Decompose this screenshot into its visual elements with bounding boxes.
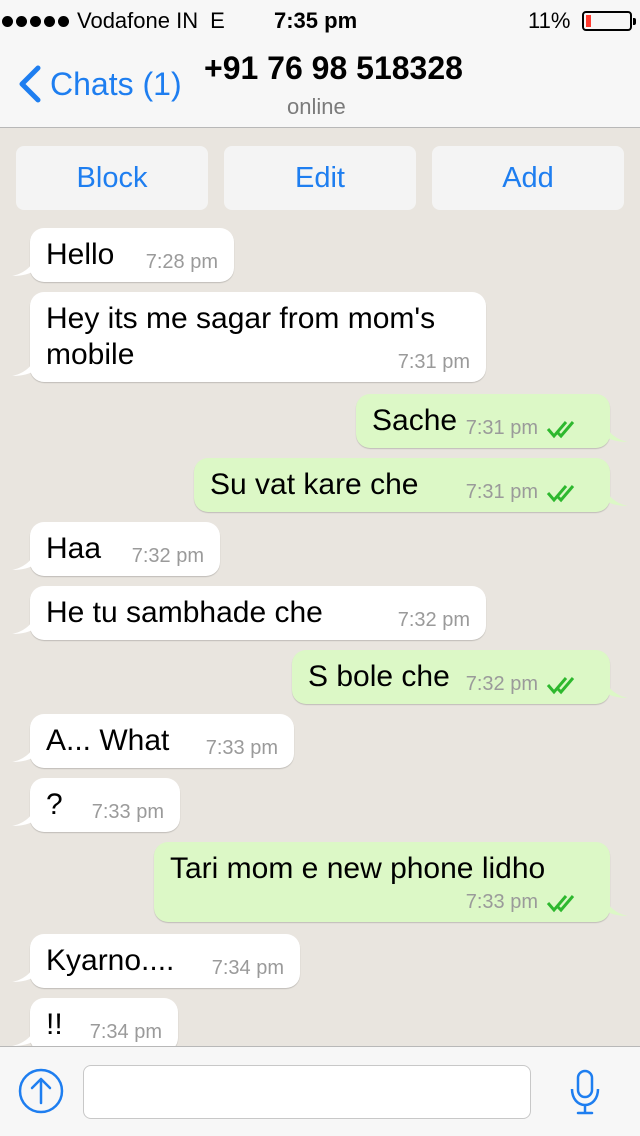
message-text: Tari mom e new phone lidho: [170, 852, 546, 885]
chevron-left-icon: [19, 65, 41, 103]
message-time: 7:28 pm: [145, 251, 218, 273]
battery-icon: [582, 11, 636, 31]
block-button[interactable]: Block: [16, 146, 208, 210]
signal-strength-icon: [2, 15, 69, 27]
message-text: Sache: [372, 404, 458, 437]
carrier-name: Vodafone IN: [77, 8, 199, 33]
status-bar: Vodafone IN E 7:35 pm 11%: [0, 0, 640, 40]
message-time: 7:31 pm: [397, 351, 470, 373]
message-meta: 7:31 pm: [466, 481, 580, 504]
message-outgoing[interactable]: S bole che 7:32 pm: [292, 650, 628, 704]
message-time: 7:32 pm: [397, 609, 470, 631]
bubble-tail-icon: [604, 422, 628, 442]
message-time: 7:31 pm: [465, 481, 538, 503]
message-incoming[interactable]: !! 7:34 pm: [12, 998, 178, 1052]
message-text: Haa: [46, 532, 102, 565]
message-outgoing[interactable]: Su vat kare che 7:31 pm: [194, 458, 628, 512]
message-text: Hey its me sagar from mom's: [46, 302, 436, 335]
message-input[interactable]: [83, 1065, 531, 1119]
message-outgoing[interactable]: Sache 7:31 pm: [356, 394, 628, 448]
bubble-tail-icon: [604, 896, 628, 916]
message-text: S bole che: [308, 660, 450, 693]
message-incoming[interactable]: Hey its me sagar from mom's mobile 7:31 …: [12, 292, 486, 382]
message-text: A... What: [46, 724, 170, 757]
status-left: Vodafone IN E: [0, 8, 247, 34]
message-time: 7:34 pm: [211, 957, 284, 979]
contact-status: online: [287, 94, 346, 119]
message-text: Hello: [46, 238, 115, 271]
message-time: 7:32 pm: [131, 545, 204, 567]
message-meta: 7:33 pm: [466, 891, 580, 914]
message-time: 7:33 pm: [465, 891, 538, 913]
message-incoming[interactable]: Haa 7:32 pm: [12, 522, 220, 576]
message-incoming[interactable]: A... What 7:33 pm: [12, 714, 294, 768]
add-button[interactable]: Add: [432, 146, 624, 210]
network-type: E: [210, 8, 225, 33]
bubble-tail-icon: [12, 742, 36, 762]
nav-bar: Chats (1) +91 76 98 518328 online: [0, 40, 640, 128]
message-incoming[interactable]: Kyarno.... 7:34 pm: [12, 934, 300, 988]
message-outgoing[interactable]: Tari mom e new phone lidho 7:33 pm: [154, 842, 628, 922]
contact-name[interactable]: +91 76 98 518328: [204, 50, 463, 87]
battery-percentage: 11%: [528, 8, 571, 33]
bubble-tail-icon: [604, 486, 628, 506]
bubble-tail-icon: [12, 356, 36, 376]
message-text: He tu sambhade che: [46, 596, 323, 629]
message-incoming[interactable]: ? 7:33 pm: [12, 778, 180, 832]
message-time: 7:33 pm: [91, 801, 164, 823]
message-incoming[interactable]: He tu sambhade che 7:32 pm: [12, 586, 486, 640]
message-time: 7:34 pm: [89, 1021, 162, 1043]
edit-button[interactable]: Edit: [224, 146, 416, 210]
bubble-tail-icon: [12, 256, 36, 276]
message-text: Su vat kare che: [210, 468, 419, 501]
microphone-icon[interactable]: [568, 1065, 602, 1119]
bubble-tail-icon: [12, 962, 36, 982]
compose-bar: [0, 1046, 640, 1136]
double-check-icon: [546, 420, 575, 438]
bubble-tail-icon: [12, 806, 36, 826]
double-check-icon: [546, 484, 575, 502]
contact-actions: Block Edit Add: [0, 146, 640, 210]
bubble-tail-icon: [12, 550, 36, 570]
message-time: 7:32 pm: [465, 673, 538, 695]
message-text: ?: [46, 788, 63, 821]
message-text: Kyarno....: [46, 944, 175, 977]
message-text: !!: [46, 1008, 63, 1041]
bubble-tail-icon: [604, 678, 628, 698]
status-time: 7:35 pm: [274, 8, 358, 33]
double-check-icon: [546, 894, 575, 912]
bubble-tail-icon: [12, 1026, 36, 1046]
bubble-tail-icon: [12, 614, 36, 634]
message-meta: 7:31 pm: [466, 417, 580, 440]
message-incoming[interactable]: Hello 7:28 pm: [12, 228, 234, 282]
message-time: 7:31 pm: [465, 417, 538, 439]
double-check-icon: [546, 676, 575, 694]
back-button[interactable]: Chats (1): [14, 62, 182, 106]
message-time: 7:33 pm: [205, 737, 278, 759]
back-button-label: Chats (1): [50, 65, 182, 102]
message-meta: 7:32 pm: [466, 673, 580, 696]
arrow-up-circle-icon[interactable]: [17, 1067, 65, 1115]
